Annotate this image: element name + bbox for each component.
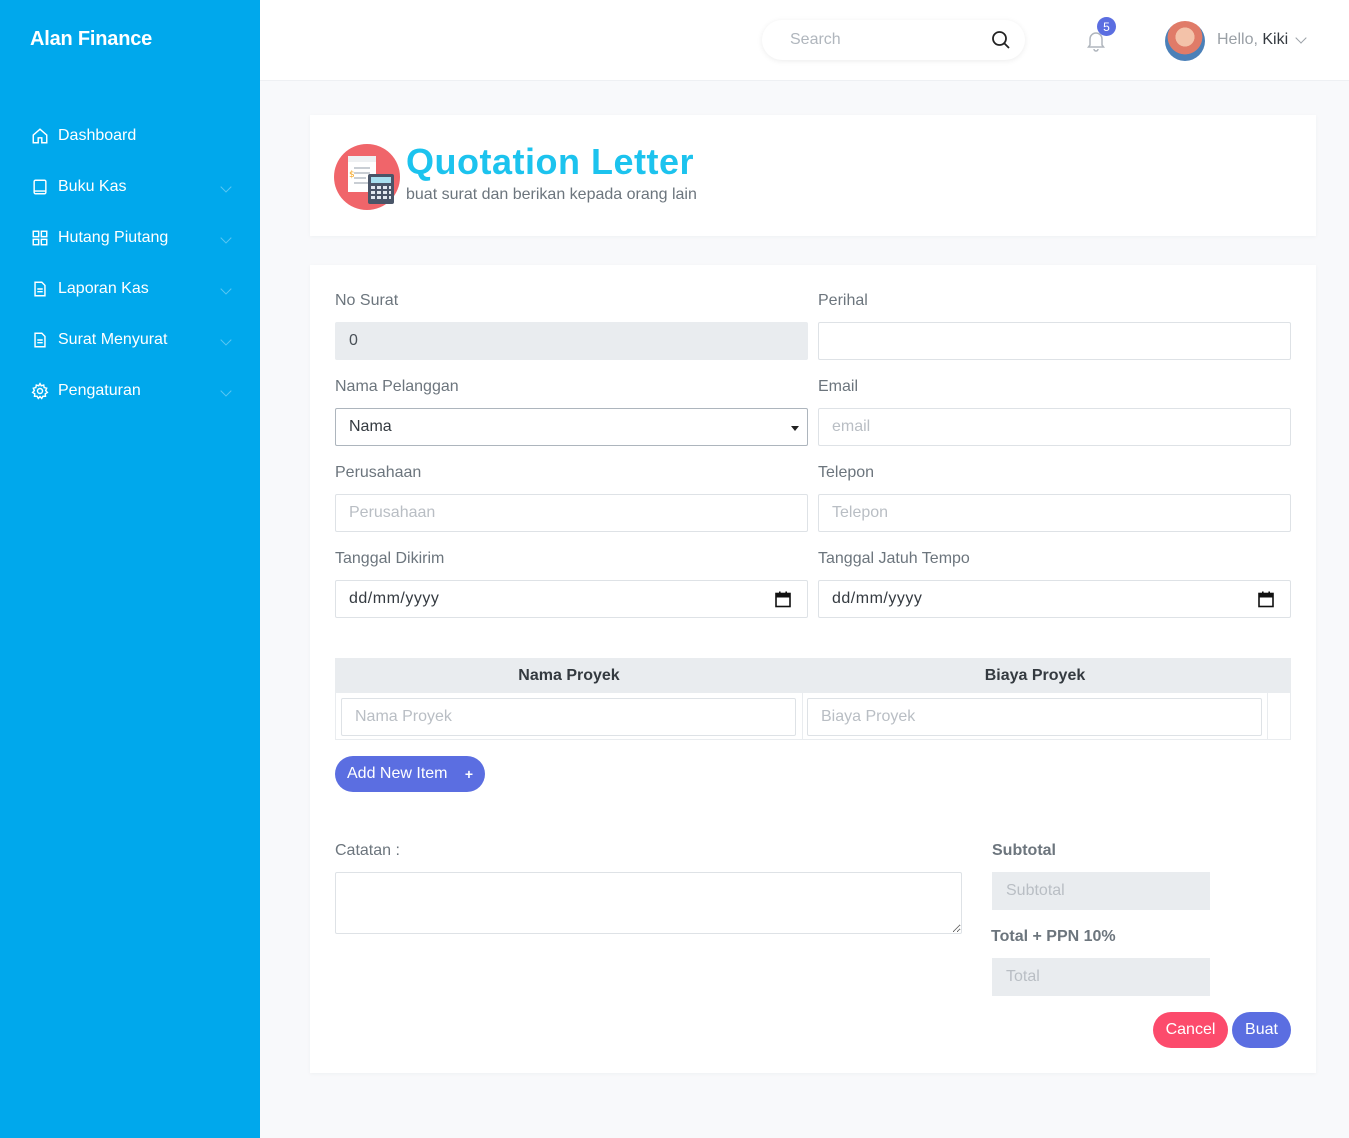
- notification-badge: 5: [1097, 17, 1116, 36]
- sidebar-item-label: Dashboard: [58, 126, 137, 144]
- no-surat-field[interactable]: [335, 322, 808, 360]
- nama-proyek-input[interactable]: [341, 698, 796, 736]
- calculator-invoice-icon: $: [334, 144, 400, 210]
- cancel-button[interactable]: Cancel: [1153, 1012, 1228, 1048]
- page-header-card: $ Quotation Letter buat surat dan berika…: [310, 115, 1316, 236]
- grid-icon: [30, 228, 50, 248]
- page-subtitle: buat surat dan berikan kepada orang lain: [406, 186, 697, 203]
- perusahaan-field[interactable]: [335, 494, 808, 532]
- nama-pelanggan-select[interactable]: Nama: [335, 408, 808, 446]
- add-new-item-button[interactable]: Add New Item +: [335, 756, 485, 792]
- column-header-nama-proyek: Nama Proyek: [518, 667, 620, 684]
- file-icon: [30, 279, 50, 299]
- sidebar-item-label: Laporan Kas: [58, 279, 149, 297]
- sidebar-item-label: Pengaturan: [58, 381, 141, 399]
- gear-icon: [30, 381, 50, 401]
- nama-pelanggan-selected: Nama: [349, 418, 392, 435]
- biaya-proyek-input[interactable]: [807, 698, 1262, 736]
- quotation-form-card: No Surat Perihal Nama Pelanggan Nama Ema…: [310, 265, 1316, 1073]
- user-greeting[interactable]: Hello, Kiki: [1217, 31, 1288, 49]
- sidebar: Alan Finance Dashboard Buku Kas Hutang P…: [0, 0, 260, 1138]
- chevron-down-icon: [220, 283, 232, 295]
- perusahaan-label: Perusahaan: [335, 464, 422, 481]
- sidebar-item-label: Surat Menyurat: [58, 330, 168, 348]
- submit-button[interactable]: Buat: [1232, 1012, 1291, 1048]
- sidebar-item-laporan-kas[interactable]: Laporan Kas: [0, 263, 260, 314]
- tanggal-jatuh-tempo-value: dd/mm/yyyy: [832, 590, 923, 607]
- telepon-label: Telepon: [818, 464, 875, 481]
- home-icon: [30, 126, 50, 146]
- search-icon[interactable]: [991, 30, 1011, 50]
- caret-down-icon: [791, 426, 799, 431]
- sidebar-nav: Dashboard Buku Kas Hutang Piutang Lapora…: [0, 110, 260, 416]
- topbar: 5 Hello, Kiki: [260, 0, 1349, 81]
- no-surat-label: No Surat: [335, 292, 399, 309]
- file-icon: [30, 330, 50, 350]
- avatar[interactable]: [1165, 21, 1205, 61]
- add-new-item-label: Add New Item: [347, 765, 448, 782]
- catatan-label: Catatan :: [335, 842, 400, 859]
- svg-text:$: $: [349, 170, 355, 180]
- email-label: Email: [818, 378, 859, 395]
- catatan-textarea[interactable]: [335, 872, 962, 934]
- sidebar-item-surat-menyurat[interactable]: Surat Menyurat: [0, 314, 260, 365]
- subtotal-label: Subtotal: [992, 842, 1056, 859]
- total-label: Total + PPN 10%: [991, 928, 1116, 945]
- greeting-text: Hello,: [1217, 31, 1258, 48]
- table-header: Nama Proyek Biaya Proyek: [336, 659, 1290, 693]
- tanggal-jatuh-tempo-field[interactable]: dd/mm/yyyy: [818, 580, 1291, 618]
- tanggal-jatuh-tempo-label: Tanggal Jatuh Tempo: [818, 550, 970, 567]
- calendar-icon[interactable]: [1258, 591, 1274, 608]
- telepon-field[interactable]: [818, 494, 1291, 532]
- search-box: [762, 20, 1025, 60]
- column-header-biaya-proyek: Biaya Proyek: [984, 667, 1086, 684]
- email-field[interactable]: [818, 408, 1291, 446]
- book-icon: [30, 177, 50, 197]
- sidebar-item-pengaturan[interactable]: Pengaturan: [0, 365, 260, 416]
- brand-name[interactable]: Alan Finance: [30, 28, 152, 51]
- column-divider: [802, 659, 803, 739]
- perihal-field[interactable]: [818, 322, 1291, 360]
- tanggal-dikirim-value: dd/mm/yyyy: [349, 590, 440, 607]
- chevron-down-icon: [220, 232, 232, 244]
- page-title: Quotation Letter: [406, 141, 694, 182]
- sidebar-item-label: Hutang Piutang: [58, 228, 169, 246]
- chevron-down-icon: [220, 334, 232, 346]
- chevron-down-icon: [220, 385, 232, 397]
- nama-pelanggan-label: Nama Pelanggan: [335, 378, 459, 395]
- sidebar-item-hutang-piutang[interactable]: Hutang Piutang: [0, 212, 260, 263]
- column-divider: [1267, 659, 1268, 739]
- search-input[interactable]: [790, 31, 980, 49]
- tanggal-dikirim-label: Tanggal Dikirim: [335, 550, 445, 567]
- plus-icon: +: [464, 766, 473, 782]
- chevron-down-icon[interactable]: [1295, 32, 1307, 44]
- sidebar-item-label: Buku Kas: [58, 177, 127, 195]
- username: Kiki: [1262, 31, 1289, 48]
- sidebar-item-buku-kas[interactable]: Buku Kas: [0, 161, 260, 212]
- sidebar-item-dashboard[interactable]: Dashboard: [0, 110, 260, 161]
- perihal-label: Perihal: [818, 292, 868, 309]
- items-table: Nama Proyek Biaya Proyek: [335, 658, 1291, 740]
- total-field[interactable]: [992, 958, 1210, 996]
- tanggal-dikirim-field[interactable]: dd/mm/yyyy: [335, 580, 808, 618]
- subtotal-field[interactable]: [992, 872, 1210, 910]
- chevron-down-icon: [220, 181, 232, 193]
- calendar-icon[interactable]: [775, 591, 791, 608]
